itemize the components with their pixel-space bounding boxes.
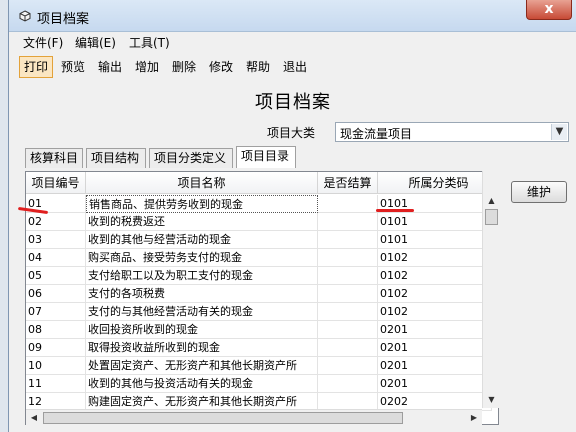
header-project-name[interactable]: 项目名称: [86, 172, 318, 194]
table-row[interactable]: 11 收到的其他与投资活动有关的现金 0201: [26, 375, 492, 393]
scroll-down-icon[interactable]: ▼: [484, 392, 499, 408]
cell-project-code[interactable]: 11: [26, 375, 86, 393]
cell-category-code[interactable]: 0102: [378, 303, 492, 321]
close-button[interactable]: x: [526, 0, 572, 20]
chevron-down-icon[interactable]: ▼: [551, 124, 567, 140]
cell-project-name[interactable]: 处置固定资产、无形资产和其他长期资产所: [86, 357, 318, 375]
cell-project-name[interactable]: 收到的税费返还: [86, 213, 318, 231]
export-button[interactable]: 输出: [94, 56, 126, 78]
cell-project-name[interactable]: 销售商品、提供劳务收到的现金: [86, 195, 318, 213]
category-select[interactable]: 现金流量项目 ▼: [335, 122, 569, 142]
vertical-scroll-thumb[interactable]: [485, 209, 498, 225]
table-row[interactable]: 09 取得投资收益所收到的现金 0201: [26, 339, 492, 357]
project-table: 项目编号 项目名称 是否结算 所属分类码 01 销售商品、提供劳务收到的现金 010…: [25, 171, 499, 425]
cell-project-name[interactable]: 支付的与其他经营活动有关的现金: [86, 303, 318, 321]
cell-project-name[interactable]: 购买商品、接受劳务支付的现金: [86, 249, 318, 267]
menu-file[interactable]: 文件(F): [23, 34, 63, 51]
category-value: 现金流量项目: [340, 127, 413, 141]
header-settled[interactable]: 是否结算: [318, 172, 378, 194]
cell-project-name[interactable]: 收回投资所收到的现金: [86, 321, 318, 339]
maintain-button[interactable]: 维护: [511, 181, 567, 203]
help-button[interactable]: 帮助: [242, 56, 274, 78]
delete-button[interactable]: 删除: [168, 56, 200, 78]
project-archive-window: 项目档案 x 文件(F) 编辑(E) 工具(T) 打印 预览 输出 增加 删除 …: [8, 0, 576, 432]
annotation-underline-category: [376, 209, 414, 212]
preview-button[interactable]: 预览: [57, 56, 89, 78]
tab-accounts[interactable]: 核算科目: [25, 148, 83, 168]
header-project-code[interactable]: 项目编号: [26, 172, 86, 194]
cell-project-code[interactable]: 09: [26, 339, 86, 357]
scroll-up-icon[interactable]: ▲: [484, 193, 499, 209]
scroll-left-icon[interactable]: ◀: [26, 410, 42, 426]
cell-project-name[interactable]: 收到的其他与投资活动有关的现金: [86, 375, 318, 393]
menu-tools[interactable]: 工具(T): [129, 34, 170, 51]
cell-settled[interactable]: [318, 375, 378, 393]
cell-project-code[interactable]: 08: [26, 321, 86, 339]
page-title: 项目档案: [255, 92, 331, 113]
table-row[interactable]: 06 支付的各项税费 0102: [26, 285, 492, 303]
table-row[interactable]: 01 销售商品、提供劳务收到的现金 0101: [26, 195, 492, 213]
cell-category-code[interactable]: 0101: [378, 213, 492, 231]
table-row[interactable]: 03 收到的其他与经营活动的现金 0101: [26, 231, 492, 249]
cell-project-code[interactable]: 06: [26, 285, 86, 303]
cell-settled[interactable]: [318, 213, 378, 231]
cell-project-name[interactable]: 取得投资收益所收到的现金: [86, 339, 318, 357]
cell-project-code[interactable]: 04: [26, 249, 86, 267]
cell-settled[interactable]: [318, 249, 378, 267]
horizontal-scroll-thumb[interactable]: [43, 412, 403, 424]
cell-settled[interactable]: [318, 357, 378, 375]
cell-category-code[interactable]: 0201: [378, 375, 492, 393]
table-row[interactable]: 07 支付的与其他经营活动有关的现金 0102: [26, 303, 492, 321]
cell-category-code[interactable]: 0102: [378, 285, 492, 303]
table-row[interactable]: 02 收到的税费返还 0101: [26, 213, 492, 231]
cell-category-code[interactable]: 0101: [378, 231, 492, 249]
table-row[interactable]: 05 支付给职工以及为职工支付的现金 0102: [26, 267, 492, 285]
cell-category-code[interactable]: 0102: [378, 267, 492, 285]
window-title: 项目档案: [37, 12, 90, 27]
cell-category-code[interactable]: 0201: [378, 339, 492, 357]
app-icon: [19, 10, 31, 22]
add-button[interactable]: 增加: [131, 56, 163, 78]
scroll-right-icon[interactable]: ▶: [466, 410, 482, 426]
cell-project-code[interactable]: 10: [26, 357, 86, 375]
cell-project-code[interactable]: 02: [26, 213, 86, 231]
cell-project-code[interactable]: 07: [26, 303, 86, 321]
title-bar: 项目档案 x: [9, 0, 576, 32]
table-row[interactable]: 04 购买商品、接受劳务支付的现金 0102: [26, 249, 492, 267]
print-button[interactable]: 打印: [19, 56, 53, 78]
cell-settled[interactable]: [318, 321, 378, 339]
modify-button[interactable]: 修改: [205, 56, 237, 78]
cell-settled[interactable]: [318, 303, 378, 321]
cell-project-code[interactable]: 05: [26, 267, 86, 285]
cell-project-name[interactable]: 支付的各项税费: [86, 285, 318, 303]
exit-button[interactable]: 退出: [279, 56, 311, 78]
cell-project-name[interactable]: 支付给职工以及为职工支付的现金: [86, 267, 318, 285]
header-category-code[interactable]: 所属分类码: [378, 172, 498, 194]
table-row[interactable]: 08 收回投资所收到的现金 0201: [26, 321, 492, 339]
tab-category-definition[interactable]: 项目分类定义: [149, 148, 233, 168]
tab-project-list[interactable]: 项目目录: [236, 146, 296, 168]
horizontal-scrollbar[interactable]: ◀ ▶: [26, 409, 482, 425]
cell-settled[interactable]: [318, 231, 378, 249]
cell-category-code[interactable]: 0201: [378, 321, 492, 339]
vertical-scrollbar[interactable]: ▲ ▼: [482, 171, 499, 408]
cell-project-name[interactable]: 收到的其他与经营活动的现金: [86, 231, 318, 249]
cell-settled[interactable]: [318, 339, 378, 357]
cell-settled[interactable]: [318, 285, 378, 303]
cell-category-code[interactable]: 0201: [378, 357, 492, 375]
table-header: 项目编号 项目名称 是否结算 所属分类码: [26, 172, 498, 194]
tab-structure[interactable]: 项目结构: [86, 148, 146, 168]
table-row[interactable]: 10 处置固定资产、无形资产和其他长期资产所 0201: [26, 357, 492, 375]
cell-settled[interactable]: [318, 267, 378, 285]
cell-project-code[interactable]: 03: [26, 231, 86, 249]
cell-category-code[interactable]: 0102: [378, 249, 492, 267]
menu-edit[interactable]: 编辑(E): [75, 34, 116, 51]
category-label: 项目大类: [267, 126, 316, 140]
close-icon: x: [544, 1, 554, 17]
cell-settled[interactable]: [318, 195, 378, 213]
